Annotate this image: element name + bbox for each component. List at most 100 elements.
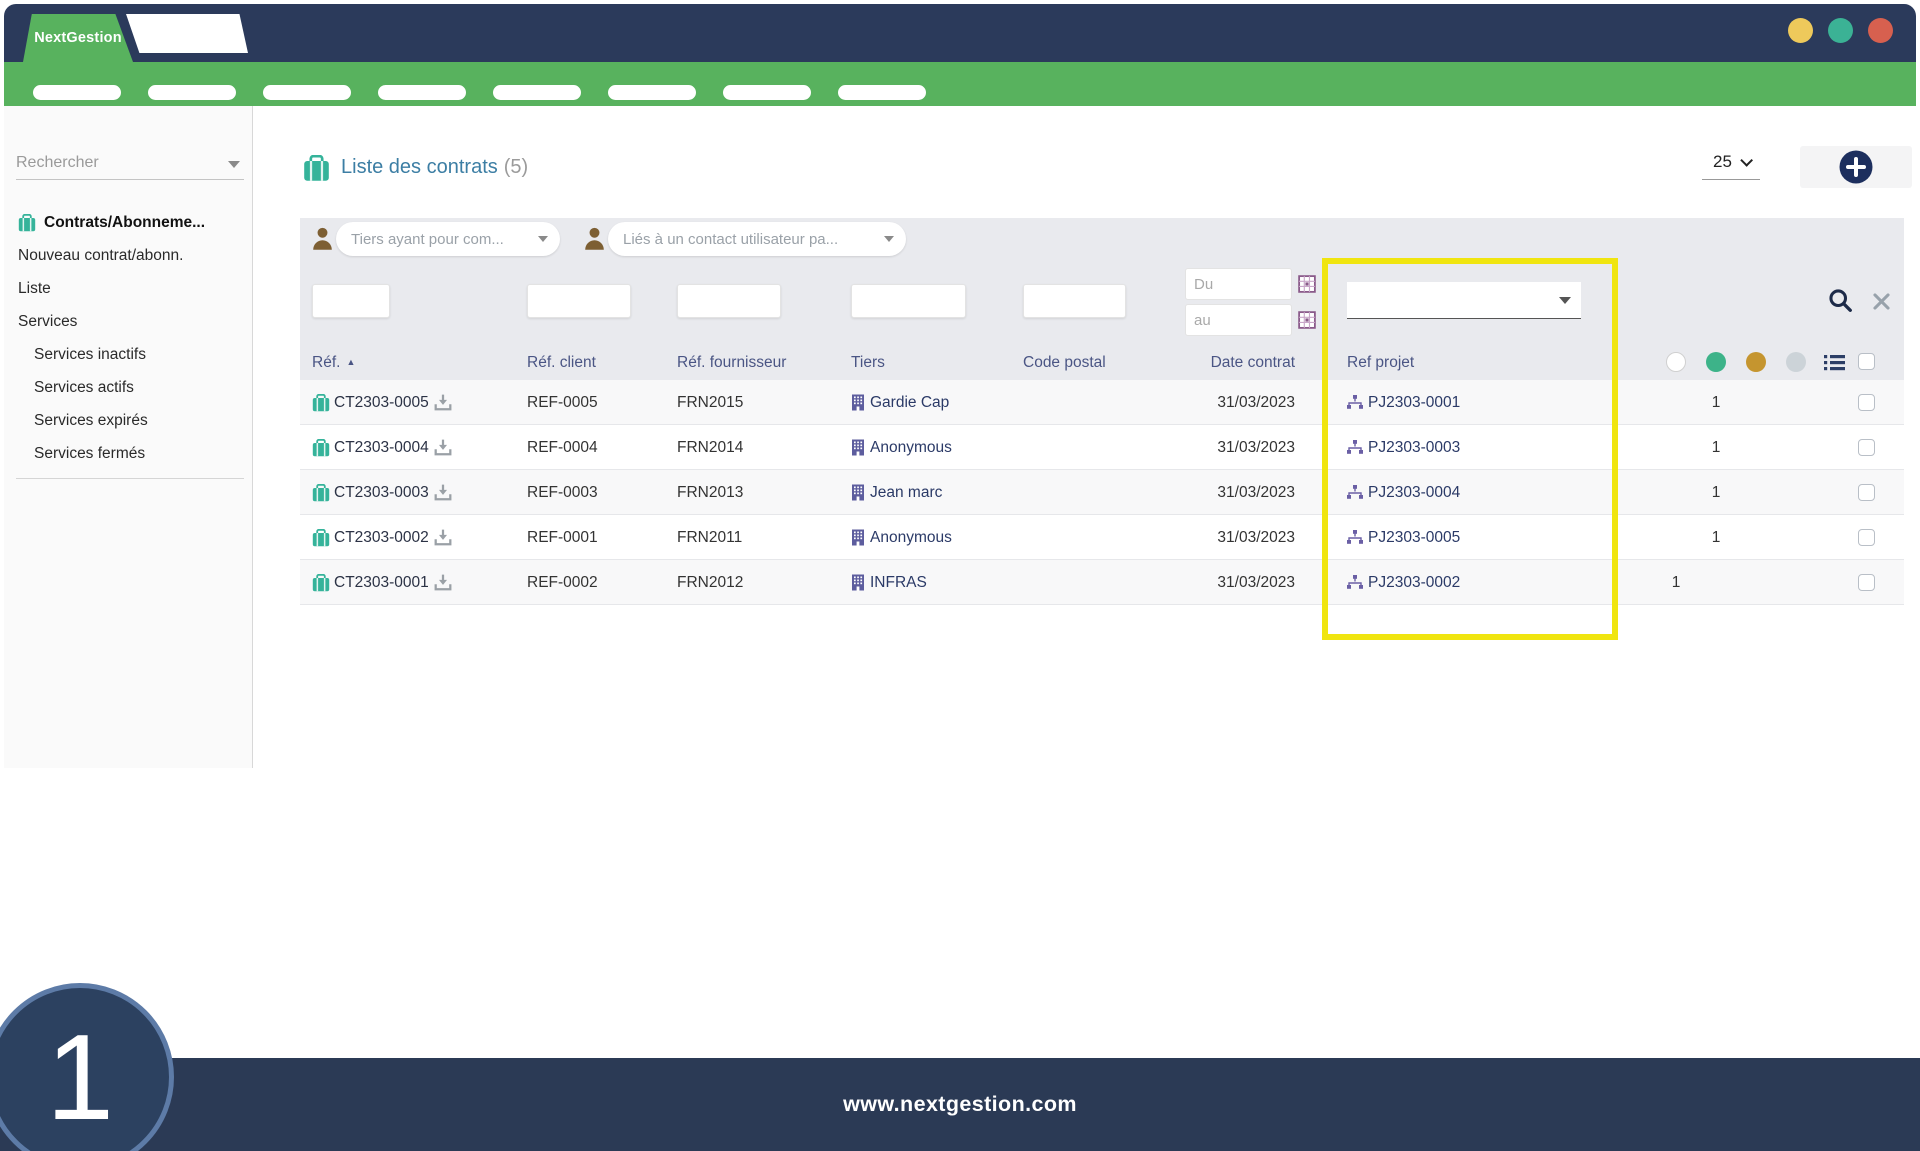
top-bar (4, 4, 1916, 62)
ref-client-cell: REF-0004 (527, 439, 598, 456)
ref-projet-link[interactable]: PJ2303-0003 (1368, 425, 1460, 470)
menu-item-placeholder[interactable] (33, 85, 121, 100)
ref-client-cell: REF-0003 (527, 484, 598, 501)
page-size-select[interactable]: 25 (1702, 152, 1760, 180)
row-checkbox[interactable] (1858, 394, 1875, 411)
ref-fournisseur-cell: FRN2012 (677, 574, 744, 591)
ref-fournisseur-cell: FRN2015 (677, 394, 744, 411)
ref-projet-link[interactable]: PJ2303-0005 (1368, 515, 1460, 560)
filter-date-from-input[interactable] (1185, 268, 1292, 300)
col-header-ref-fournisseur[interactable]: Réf. fournisseur (677, 345, 786, 380)
filter-ref-fournisseur-input[interactable] (677, 284, 781, 318)
sidebar-item-7[interactable]: Services fermés (4, 437, 253, 470)
row-checkbox[interactable] (1858, 529, 1875, 546)
user-icon (584, 226, 605, 256)
download-icon[interactable] (434, 484, 452, 506)
row-checkbox[interactable] (1858, 439, 1875, 456)
menu-item-placeholder[interactable] (148, 85, 236, 100)
tiers-link[interactable]: Anonymous (870, 425, 952, 470)
status-active-circle[interactable] (1706, 352, 1726, 372)
menu-item-placeholder[interactable] (263, 85, 351, 100)
sidebar-item-label: Services inactifs (34, 346, 146, 363)
col-header-ref[interactable]: Réf. ▲ (312, 345, 355, 380)
record-count: (5) (503, 156, 529, 178)
window-dot-yellow[interactable] (1788, 18, 1813, 43)
brand-name: NextGestion (34, 30, 122, 46)
search-icon[interactable] (1828, 288, 1853, 318)
menu-item-placeholder[interactable] (493, 85, 581, 100)
contract-ref-link[interactable]: CT2303-0003 (334, 470, 429, 515)
sidebar-item-label: Services (18, 313, 78, 330)
col-header-date-contrat[interactable]: Date contrat (1160, 345, 1295, 380)
download-icon[interactable] (434, 394, 452, 416)
menu-item-placeholder[interactable] (608, 85, 696, 100)
contract-ref-link[interactable]: CT2303-0004 (334, 425, 429, 470)
filter-ref-projet-select[interactable] (1347, 282, 1581, 319)
chevron-down-icon[interactable] (228, 161, 240, 168)
filter-date-to-input[interactable] (1185, 304, 1292, 336)
tiers-link[interactable]: INFRAS (870, 560, 927, 605)
sidebar-item-3[interactable]: Services (4, 305, 253, 338)
ref-fournisseur-cell: FRN2013 (677, 484, 744, 501)
menu-item-placeholder[interactable] (838, 85, 926, 100)
status-closed-circle[interactable] (1786, 352, 1806, 372)
sidebar-item-label: Services expirés (34, 412, 148, 429)
col-header-code-postal[interactable]: Code postal (1023, 345, 1106, 380)
col-header-ref-client[interactable]: Réf. client (527, 345, 596, 380)
footer-bar: www.nextgestion.com (0, 1058, 1920, 1151)
table-row: CT2303-0001 REF-0002 FRN2012 INFRAS 31/03/20… (300, 560, 1904, 605)
menu-item-placeholder[interactable] (378, 85, 466, 100)
sidebar-item-5[interactable]: Services actifs (4, 371, 253, 404)
contracts-table-body: CT2303-0005 REF-0005 FRN2015 Gardie Cap 31/0… (300, 380, 1904, 605)
col-header-ref-projet[interactable]: Ref projet (1347, 345, 1414, 380)
ref-client-cell: REF-0001 (527, 529, 598, 546)
search-input[interactable] (16, 148, 216, 178)
filter-tiers-input[interactable] (851, 284, 966, 318)
sidebar-item-2[interactable]: Liste (4, 272, 253, 305)
ref-projet-link[interactable]: PJ2303-0002 (1368, 560, 1460, 605)
download-icon[interactable] (434, 529, 452, 551)
brand-tab[interactable]: NextGestion (23, 14, 133, 62)
sidebar-item-label: Services fermés (34, 445, 146, 462)
status-inactive-circle[interactable] (1666, 352, 1686, 372)
status-expired-circle[interactable] (1746, 352, 1766, 372)
contract-ref-link[interactable]: CT2303-0002 (334, 515, 429, 560)
download-icon[interactable] (434, 439, 452, 461)
contract-ref-link[interactable]: CT2303-0005 (334, 380, 429, 425)
sidebar-item-0[interactable]: Contrats/Abonneme... (4, 206, 253, 239)
calendar-icon[interactable] (1298, 275, 1316, 298)
download-icon[interactable] (434, 574, 452, 596)
col-header-tiers[interactable]: Tiers (851, 345, 885, 380)
add-contract-button[interactable] (1800, 146, 1912, 188)
clear-filters-icon[interactable] (1872, 292, 1891, 316)
filter-code-postal-input[interactable] (1023, 284, 1126, 318)
ref-client-cell: REF-0005 (527, 394, 598, 411)
row-checkbox[interactable] (1858, 574, 1875, 591)
filter-ref-client-input[interactable] (527, 284, 631, 318)
menu-item-placeholder[interactable] (723, 85, 811, 100)
main-menu-bar (4, 62, 1916, 106)
tiers-link[interactable]: Jean marc (870, 470, 942, 515)
tiers-link[interactable]: Gardie Cap (870, 380, 949, 425)
sidebar-item-4[interactable]: Services inactifs (4, 338, 253, 371)
chevron-down-icon (1559, 297, 1571, 304)
date-contrat-cell: 31/03/2023 (1217, 574, 1295, 591)
tiers-link[interactable]: Anonymous (870, 515, 952, 560)
window-dot-red[interactable] (1868, 18, 1893, 43)
date-contrat-cell: 31/03/2023 (1217, 439, 1295, 456)
calendar-icon[interactable] (1298, 311, 1316, 334)
row-checkbox[interactable] (1858, 484, 1875, 501)
service-count-cell: 1 (1711, 394, 1721, 411)
sidebar-item-1[interactable]: Nouveau contrat/abonn. (4, 239, 253, 272)
sidebar-item-label: Services actifs (34, 379, 134, 396)
filter-ref-input[interactable] (312, 284, 390, 318)
window-dot-green[interactable] (1828, 18, 1853, 43)
sidebar-item-6[interactable]: Services expirés (4, 404, 253, 437)
thirdparty-filter-select[interactable]: Tiers ayant pour com... (336, 222, 560, 256)
list-view-icon[interactable] (1824, 354, 1845, 376)
ref-projet-link[interactable]: PJ2303-0001 (1368, 380, 1460, 425)
contact-filter-select[interactable]: Liés à un contact utilisateur pa... (608, 222, 906, 256)
select-all-checkbox[interactable] (1858, 353, 1875, 370)
ref-projet-link[interactable]: PJ2303-0004 (1368, 470, 1460, 515)
contract-ref-link[interactable]: CT2303-0001 (334, 560, 429, 605)
